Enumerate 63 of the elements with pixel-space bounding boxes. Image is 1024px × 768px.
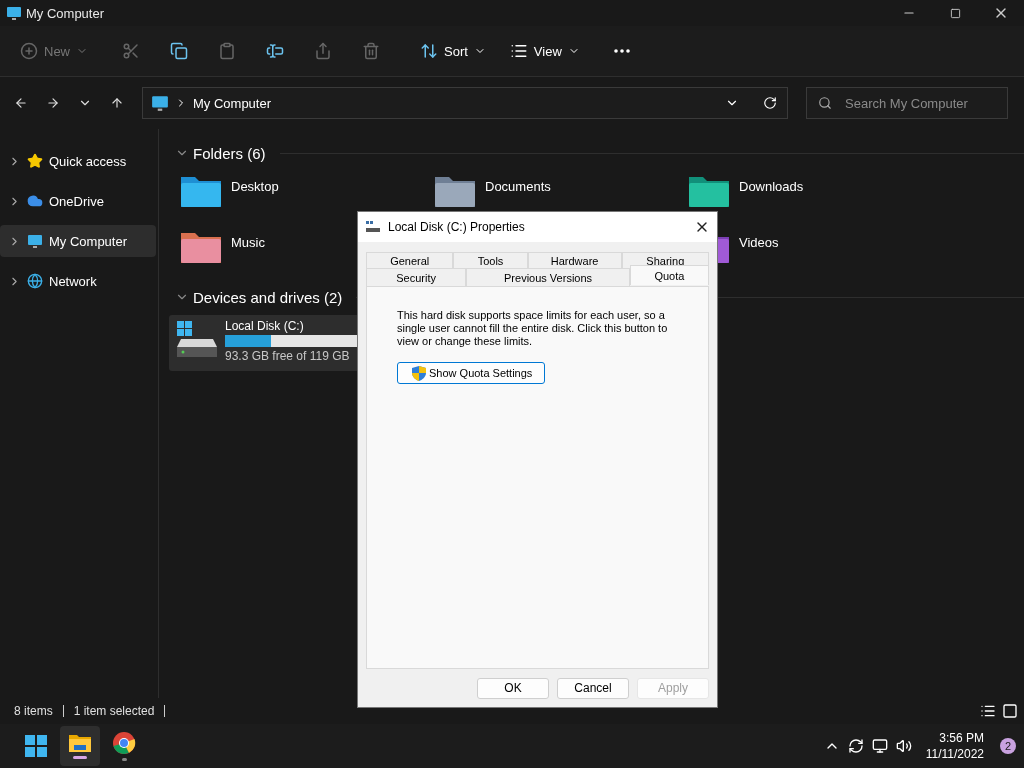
tiles-view-icon[interactable] [1002, 703, 1018, 719]
more-icon [613, 49, 630, 53]
window-title: My Computer [26, 5, 105, 21]
sync-icon[interactable] [847, 738, 864, 754]
sidebar-item[interactable]: Network [0, 265, 156, 297]
monitor-icon [27, 233, 43, 249]
free-space: 93.3 GB free of 119 GB [225, 349, 350, 363]
rename-icon [266, 42, 284, 60]
plus-icon [20, 42, 38, 60]
notification-badge[interactable]: 2 [1000, 738, 1016, 754]
browser-icon [112, 731, 136, 755]
search-field[interactable]: Search My Computer [806, 87, 1008, 119]
drive-icon [366, 221, 380, 233]
view-button[interactable]: View [501, 33, 588, 69]
section-heading: Folders (6) [193, 144, 266, 162]
show-quota-settings-button[interactable]: Show Quota Settings [397, 362, 545, 384]
cloud-icon [27, 193, 43, 209]
dialog-button[interactable]: OK [477, 677, 549, 699]
restore-icon [949, 7, 961, 19]
details-view-icon[interactable] [980, 703, 996, 719]
tab[interactable]: Security [366, 268, 467, 286]
clock-date: 11/11/2022 [925, 746, 984, 762]
star-icon [27, 153, 43, 169]
network-icon[interactable] [871, 738, 888, 754]
address-path: My Computer [193, 95, 272, 111]
scissors-icon [122, 42, 140, 60]
copy-icon [170, 42, 188, 60]
folder-item[interactable]: Downloads [687, 173, 941, 215]
clipboard-icon [218, 42, 236, 60]
dialog-title: Local Disk (C:) Properties [388, 220, 525, 234]
drive-icon [175, 319, 219, 359]
status-text: 1 item selected [73, 704, 155, 718]
sidebar-item[interactable]: Quick access [0, 145, 156, 177]
taskbar-app[interactable] [60, 726, 100, 766]
monitor-icon [151, 94, 169, 112]
share-icon [314, 42, 332, 60]
drive-name: Local Disk (C:) [225, 319, 304, 333]
refresh-icon [763, 96, 777, 110]
tab[interactable]: Previous Versions [466, 268, 630, 286]
volume-icon[interactable] [895, 738, 912, 754]
list-icon [509, 42, 528, 60]
sidebar-item[interactable]: OneDrive [0, 185, 156, 217]
tab[interactable]: Tools [453, 252, 528, 268]
search-icon [818, 96, 832, 110]
dialog-button[interactable]: Cancel [557, 677, 629, 699]
monitor-icon [6, 5, 22, 21]
sidebar-item[interactable]: My Computer [0, 225, 156, 257]
sort-icon [420, 42, 438, 60]
windows-logo-icon [25, 735, 47, 757]
folder-item[interactable]: Desktop [179, 173, 433, 215]
tab[interactable]: Hardware [527, 252, 622, 268]
address-field[interactable]: My Computer [142, 87, 788, 119]
sort-button[interactable]: Sort [412, 33, 494, 69]
tab[interactable]: Quota [629, 265, 709, 285]
section-heading: Devices and drives (2) [193, 288, 343, 306]
folder-item[interactable]: Documents [433, 173, 687, 215]
trash-icon [362, 42, 380, 60]
status-text: 8 items [14, 704, 53, 718]
shield-icon [412, 365, 426, 381]
folder-icon [68, 733, 92, 753]
clock-time: 3:56 PM [939, 730, 984, 746]
network-icon [27, 273, 43, 289]
tab[interactable]: General [366, 252, 454, 268]
